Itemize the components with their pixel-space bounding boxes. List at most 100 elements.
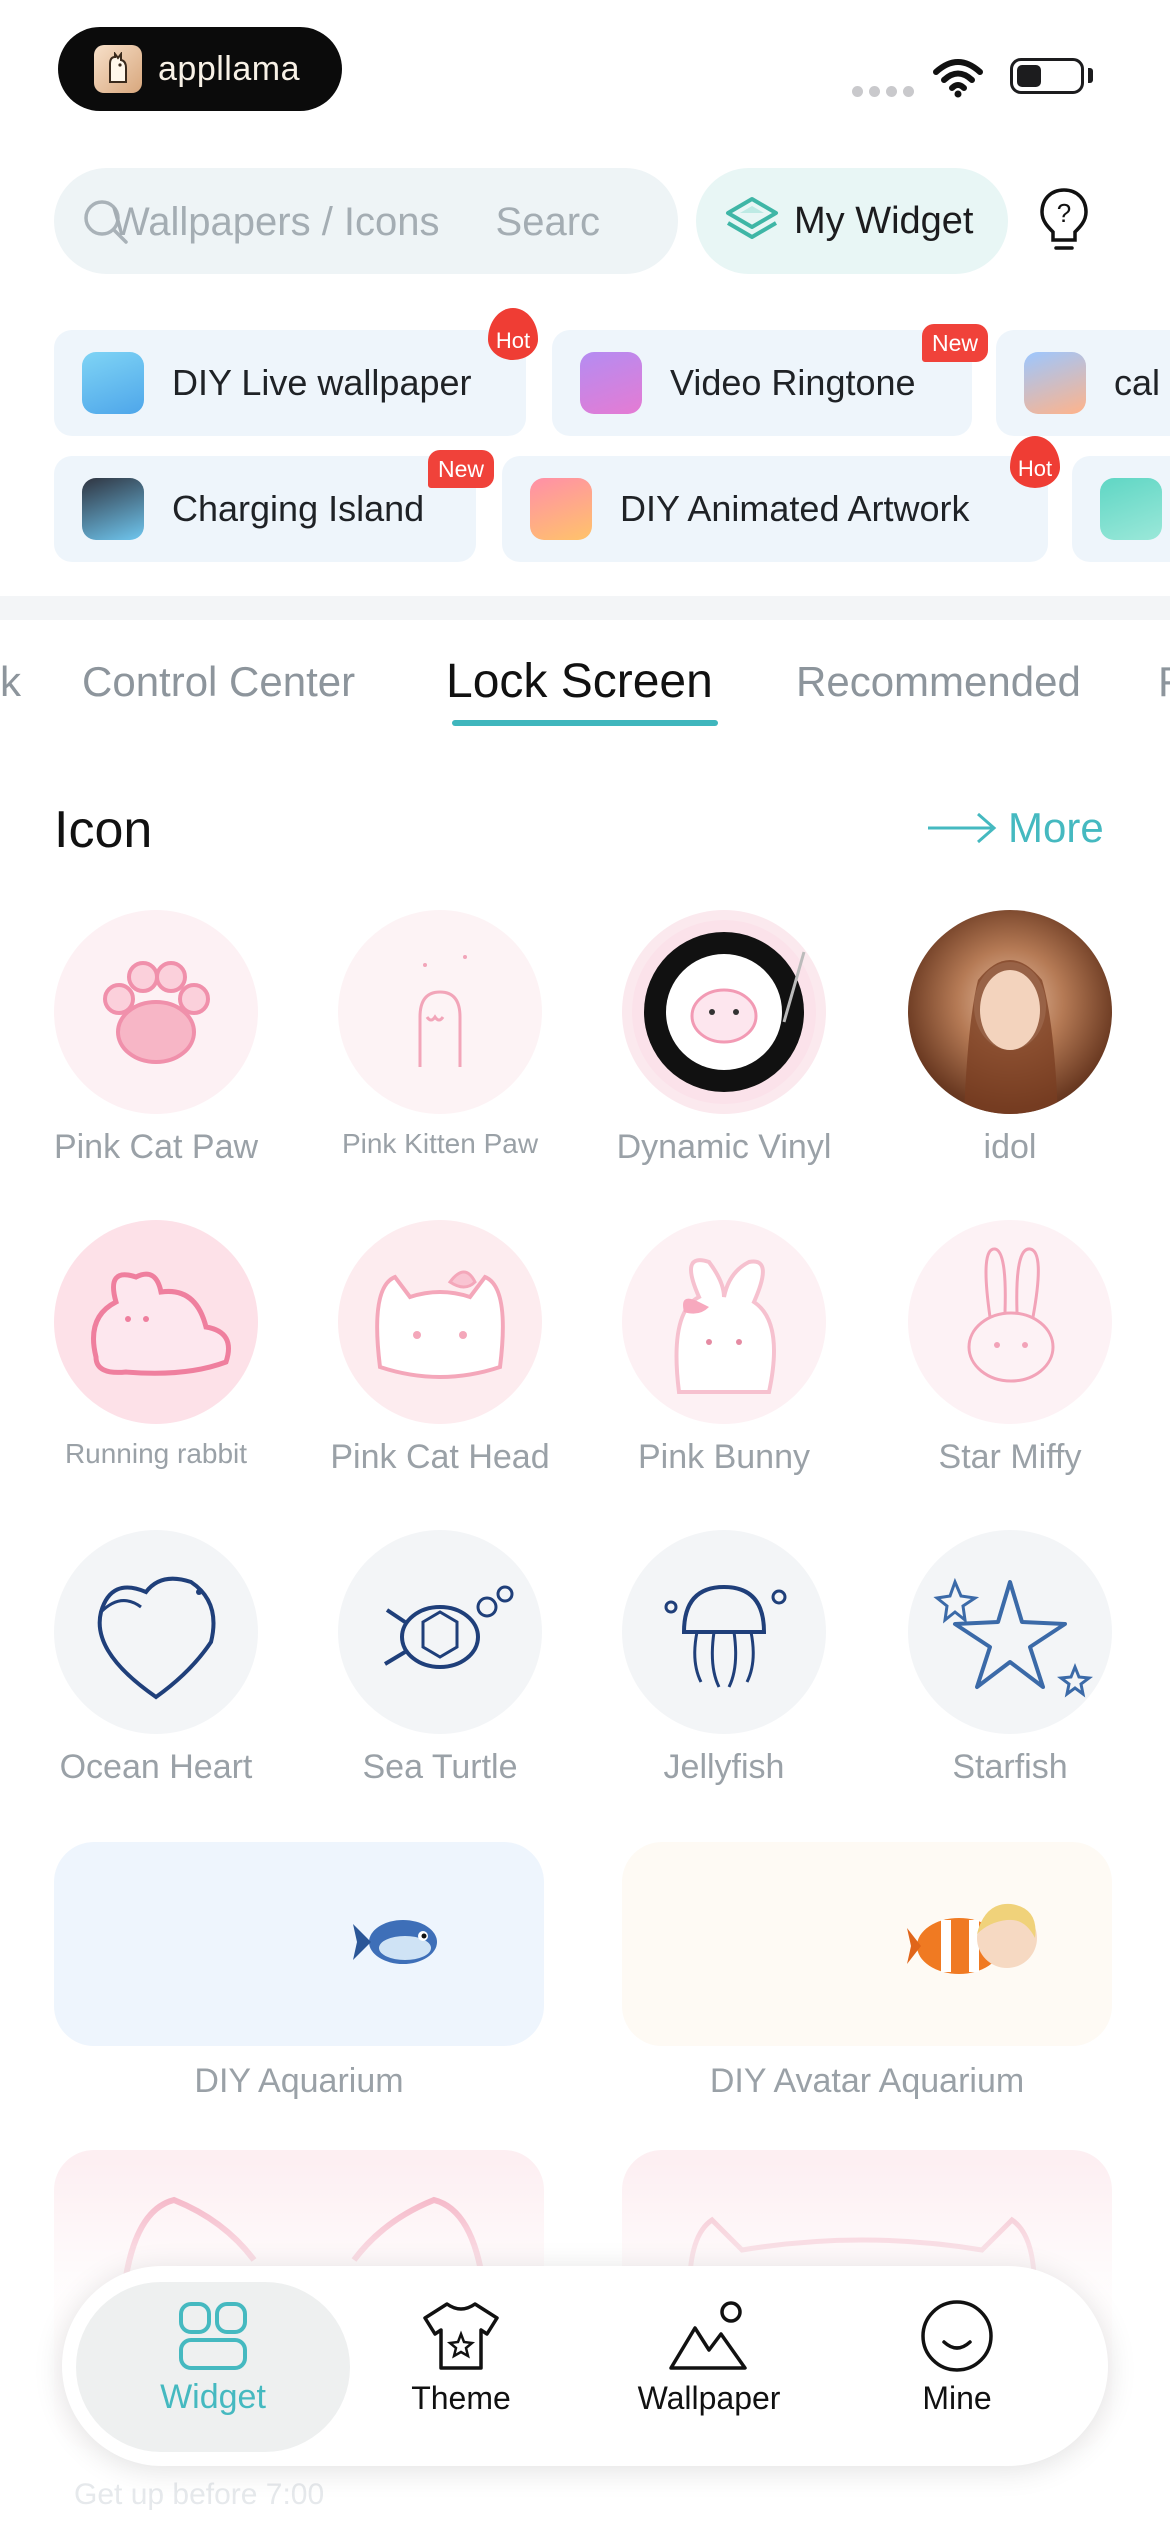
- ocean-heart-icon: [54, 1530, 258, 1734]
- icon-item[interactable]: Starfish: [890, 1530, 1130, 1787]
- tab-control-center[interactable]: Control Center: [82, 658, 355, 706]
- card-label: DIY Aquarium: [194, 2062, 404, 2100]
- nav-label: Widget: [160, 2378, 266, 2416]
- icon-label: Pink Cat Paw: [53, 1128, 259, 1166]
- icon-label: Pink Bunny: [638, 1438, 810, 1476]
- nav-label: Theme: [411, 2380, 511, 2416]
- icon-label: Jellyfish: [663, 1748, 785, 1786]
- chip-label: DIY Animated Artwork: [620, 488, 970, 529]
- layers-icon: [724, 195, 780, 247]
- tab-lock-screen[interactable]: Lock Screen: [446, 654, 713, 709]
- vinyl-record-icon: [622, 910, 826, 1114]
- hot-badge: Hot: [488, 308, 538, 360]
- clownfish-avatar-icon: [907, 1894, 1047, 1995]
- my-widget-label: My Widget: [794, 199, 974, 242]
- active-tab-indicator: [452, 720, 718, 726]
- icon-label: Dynamic Vinyl: [616, 1128, 832, 1166]
- nav-widget[interactable]: Widget: [98, 2300, 328, 2417]
- mountain-sun-icon: [594, 2298, 824, 2374]
- nav-wallpaper[interactable]: Wallpaper: [594, 2298, 824, 2417]
- kitten-paw-icon: [338, 910, 542, 1114]
- icon-item[interactable]: Sea Turtle: [320, 1530, 560, 1787]
- video-ringtone-icon: [580, 352, 642, 414]
- battery-icon: [1010, 58, 1084, 94]
- new-badge: New: [428, 450, 495, 488]
- my-widget-button[interactable]: My Widget: [696, 168, 1008, 274]
- icon-label: Star Miffy: [938, 1438, 1082, 1476]
- tshirt-icon: [346, 2298, 576, 2374]
- new-badge: New: [922, 324, 989, 362]
- battery-tip: [1088, 68, 1093, 83]
- jellyfish-icon: [622, 1530, 826, 1734]
- icon-label: Ocean Heart: [59, 1748, 253, 1786]
- app-logo: appllama: [58, 27, 342, 111]
- llama-icon: [94, 45, 142, 93]
- section-title: Icon: [54, 801, 153, 859]
- widget-grid-icon: [98, 2300, 328, 2372]
- tab-recommended[interactable]: Recommended: [796, 658, 1081, 706]
- logo-text: appllama: [158, 49, 300, 88]
- wifi-icon: [932, 58, 984, 103]
- card-label: DIY Avatar Aquarium: [709, 2062, 1025, 2100]
- cat-head-icon: [338, 1220, 542, 1424]
- icon-item[interactable]: Pink Bunny: [604, 1220, 844, 1477]
- nav-label: Wallpaper: [637, 2380, 781, 2416]
- icon-label: Pink Kitten Paw: [341, 1128, 539, 1159]
- idol-avatar: [908, 910, 1112, 1114]
- icon-item[interactable]: Ocean Heart: [36, 1530, 276, 1787]
- nav-theme[interactable]: Theme: [346, 2298, 576, 2417]
- icon-item[interactable]: Running rabbit: [36, 1220, 276, 1470]
- tab-previous[interactable]: k: [0, 658, 21, 706]
- chip-label: Charging Island: [172, 488, 425, 529]
- chip-diy-animated-artwork[interactable]: DIY Animated Artwork: [502, 456, 1048, 562]
- icon-item[interactable]: Jellyfish: [604, 1530, 844, 1787]
- section-divider: [0, 596, 1170, 620]
- more-link[interactable]: More: [926, 804, 1104, 852]
- search-bar[interactable]: Wallpapers / Icons Searc: [54, 168, 678, 274]
- more-label: More: [1008, 804, 1104, 851]
- calendar-icon: [1024, 352, 1086, 414]
- sea-turtle-icon: [338, 1530, 542, 1734]
- live-wallpaper-icon: [82, 352, 144, 414]
- diy-aquarium-card[interactable]: [54, 1842, 544, 2046]
- pink-bunny-icon: [622, 1220, 826, 1424]
- fish-icon: [351, 1910, 447, 1979]
- icon-item[interactable]: idol: [890, 910, 1130, 1167]
- chip-charging-island[interactable]: Charging Island: [54, 456, 476, 562]
- icon-item[interactable]: Pink Kitten Paw: [320, 910, 560, 1160]
- chip-video-ringtone[interactable]: Video Ringtone: [552, 330, 972, 436]
- icon-label: Running rabbit: [64, 1438, 248, 1469]
- animated-artwork-icon: [530, 478, 592, 540]
- charging-icon: [82, 478, 144, 540]
- icon-label: Sea Turtle: [362, 1748, 518, 1786]
- chip-diy-live-wallpaper[interactable]: DIY Live wallpaper: [54, 330, 526, 436]
- icon-item[interactable]: Pink Cat Head: [320, 1220, 560, 1477]
- chip-label: cal: [1114, 362, 1161, 403]
- miffy-icon: [908, 1220, 1112, 1424]
- icon-label: idol: [983, 1128, 1037, 1166]
- hot-badge: Hot: [1010, 436, 1060, 488]
- grid-icon: [1100, 478, 1162, 540]
- icon-label: Pink Cat Head: [330, 1438, 550, 1476]
- chip-widget-grid[interactable]: [1072, 456, 1170, 562]
- icon-item[interactable]: Pink Cat Paw: [36, 910, 276, 1167]
- starfish-icon: [908, 1530, 1112, 1734]
- nav-label: Mine: [922, 2380, 992, 2416]
- tab-next[interactable]: F: [1158, 658, 1170, 706]
- icon-item[interactable]: Dynamic Vinyl: [604, 910, 844, 1167]
- chip-calendar[interactable]: cal: [996, 330, 1170, 436]
- svg-text:?: ?: [1057, 198, 1071, 228]
- diy-avatar-aquarium-card[interactable]: [622, 1842, 1112, 2046]
- chip-label: DIY Live wallpaper: [172, 362, 472, 403]
- smile-icon: [842, 2298, 1072, 2374]
- ghost-text: Get up before 7:00: [74, 2478, 325, 2511]
- help-icon[interactable]: ?: [1036, 186, 1092, 261]
- nav-mine[interactable]: Mine: [842, 2298, 1072, 2417]
- search-placeholder: Wallpapers / Icons Searc: [112, 200, 601, 244]
- running-rabbit-icon: [54, 1220, 258, 1424]
- icon-label: Starfish: [952, 1748, 1068, 1786]
- chip-label: Video Ringtone: [670, 362, 916, 403]
- arrow-right-icon: [926, 808, 998, 848]
- icon-item[interactable]: Star Miffy: [890, 1220, 1130, 1477]
- cat-paw-icon: [54, 910, 258, 1114]
